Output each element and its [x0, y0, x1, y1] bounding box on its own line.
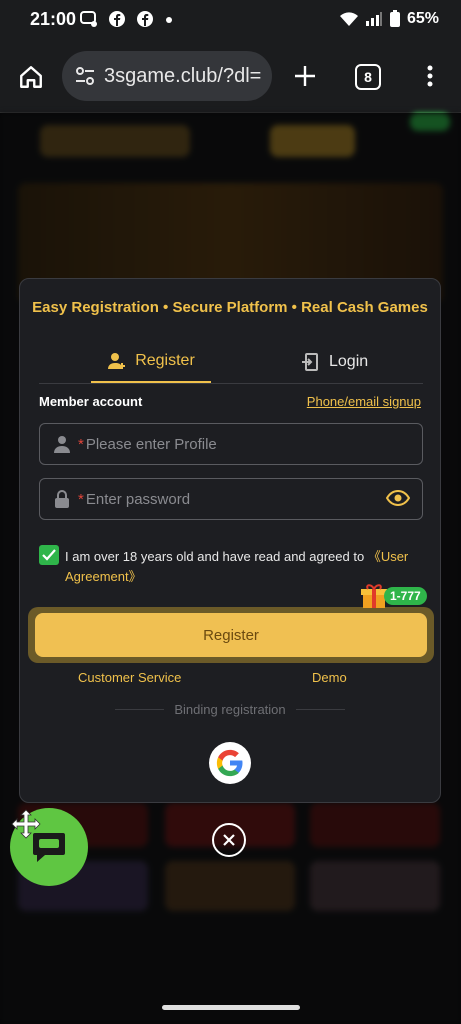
tab-register[interactable]: Register: [91, 341, 211, 383]
register-button-frame: Register: [28, 607, 434, 663]
google-signin-button[interactable]: [209, 742, 251, 784]
check-icon: [42, 549, 56, 561]
user-add-icon: [108, 353, 126, 369]
browser-toolbar: 3sgame.club/?dl= 8: [0, 40, 461, 113]
password-field[interactable]: * Enter password: [39, 478, 423, 520]
tab-login[interactable]: Login: [301, 341, 368, 383]
agreement-text-body: I am over 18 years old and have read and…: [65, 549, 368, 564]
messenger-icon: [80, 11, 97, 27]
agreement-checkbox[interactable]: [39, 545, 59, 565]
divider: [115, 709, 165, 710]
tab-register-label: Register: [135, 352, 195, 369]
profile-placeholder: Please enter Profile: [85, 435, 217, 453]
home-button[interactable]: [14, 60, 48, 94]
tab-login-label: Login: [329, 353, 369, 370]
required-mark: *: [78, 435, 84, 453]
registration-dialog: Easy Registration • Secure Platform • Re…: [19, 278, 441, 803]
battery-level: 65%: [406, 10, 439, 27]
lock-icon: [52, 489, 72, 509]
profile-field[interactable]: * Please enter Profile: [39, 423, 423, 465]
more-menu-button[interactable]: [418, 60, 442, 92]
url-text: 3sgame.club/?dl=: [104, 64, 262, 87]
gift-badge-label: 1-777: [384, 587, 427, 605]
wifi-icon: [339, 12, 358, 26]
more-icon: [427, 65, 433, 87]
customer-service-link[interactable]: Customer Service: [78, 670, 181, 685]
battery-icon: [389, 10, 400, 27]
home-icon: [20, 66, 42, 88]
binding-registration: Binding registration: [115, 702, 346, 717]
new-tab-button[interactable]: [289, 60, 321, 92]
auth-tabs: Register Login: [39, 341, 423, 384]
binding-label: Binding registration: [174, 702, 286, 717]
status-bar: 21:00 65%: [0, 0, 461, 40]
address-bar[interactable]: 3sgame.club/?dl=: [62, 51, 272, 101]
required-mark: *: [78, 490, 84, 508]
google-icon: [216, 749, 243, 777]
phone-email-signup-link[interactable]: Phone/email signup: [307, 394, 421, 409]
password-placeholder: Enter password: [85, 490, 191, 508]
close-icon: [223, 834, 235, 846]
signal-icon: [365, 12, 382, 26]
demo-link[interactable]: Demo: [312, 670, 347, 685]
facebook-icon: [137, 11, 153, 27]
move-icon[interactable]: [10, 808, 42, 840]
register-button[interactable]: Register: [35, 613, 427, 657]
agreement-text: I am over 18 years old and have read and…: [65, 547, 423, 587]
notification-icons: [80, 10, 174, 28]
plus-icon: [295, 66, 315, 86]
status-time: 21:00: [30, 9, 77, 29]
system-icons: 65%: [339, 10, 439, 28]
divider: [295, 709, 346, 710]
eye-icon[interactable]: [386, 489, 410, 507]
dialog-headline: Easy Registration • Secure Platform • Re…: [32, 299, 428, 316]
login-icon: [302, 353, 318, 371]
gift-badge: 1-777: [360, 584, 427, 608]
facebook-icon: [109, 11, 125, 27]
home-indicator[interactable]: [162, 1005, 300, 1010]
site-info-icon[interactable]: [74, 65, 96, 87]
user-icon: [52, 434, 72, 454]
member-account-label: Member account: [39, 394, 143, 409]
close-dialog-button[interactable]: [212, 823, 246, 857]
tabs-icon: 8: [364, 69, 372, 85]
dot-icon: [166, 17, 172, 23]
tabs-button[interactable]: 8: [355, 64, 381, 90]
